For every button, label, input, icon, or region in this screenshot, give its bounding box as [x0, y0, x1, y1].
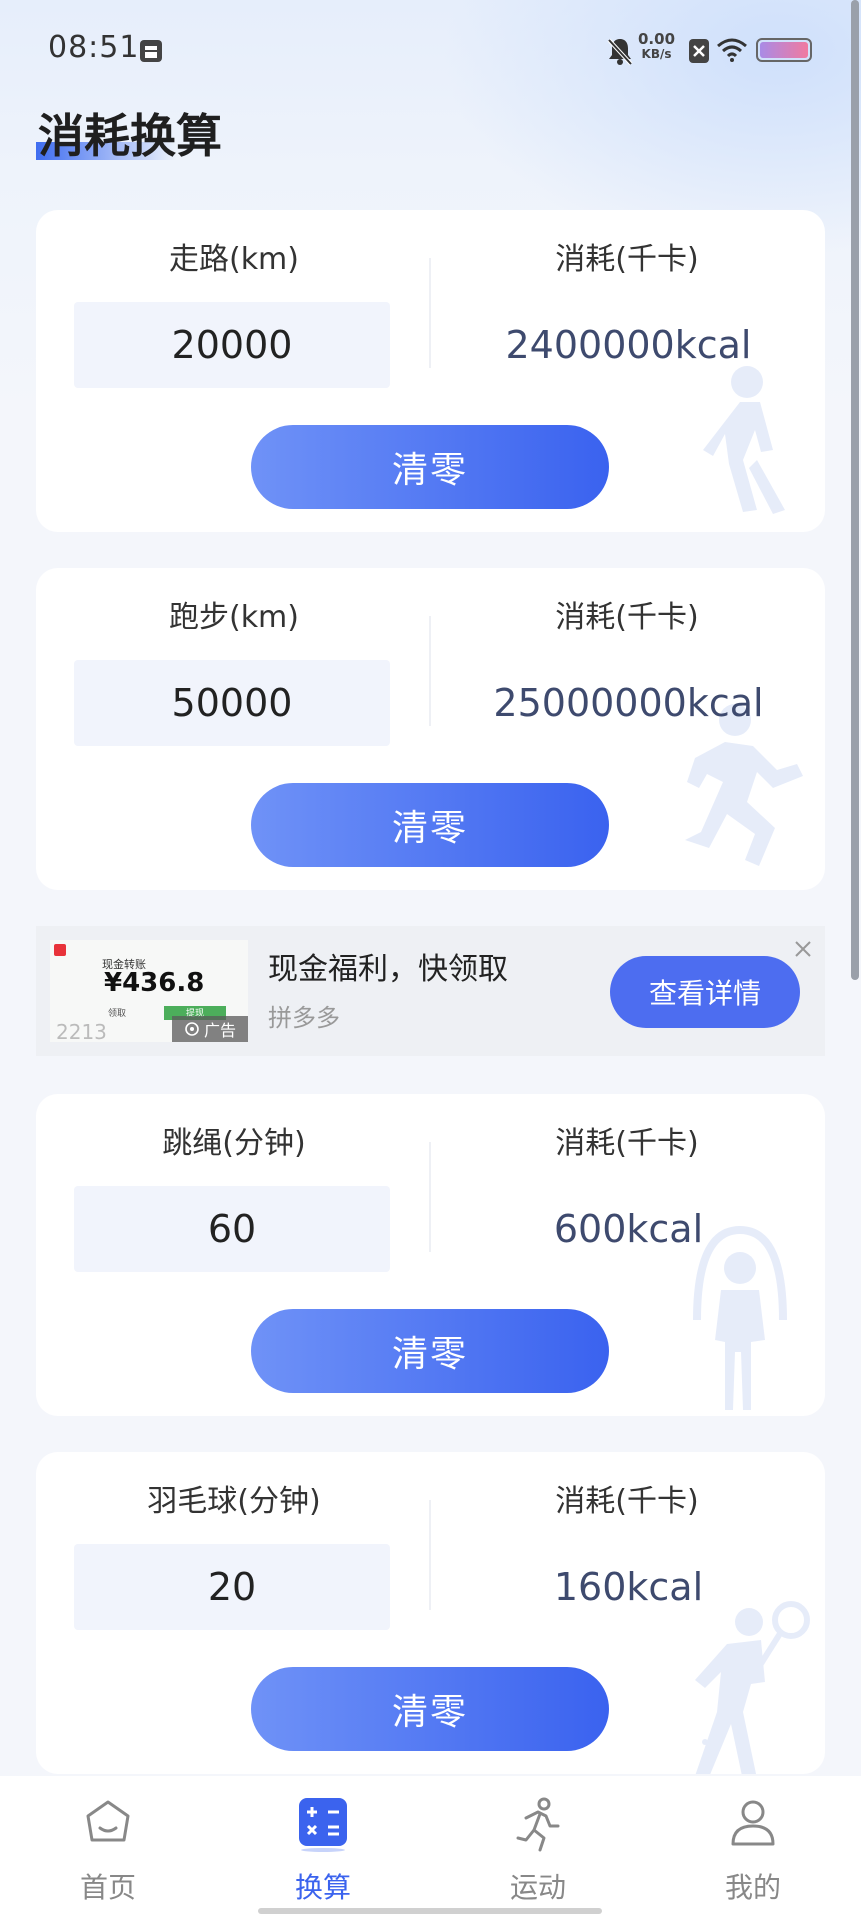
walking-result-label: 消耗(千卡): [555, 242, 699, 277]
badminton-minutes-input[interactable]: 20: [74, 1544, 390, 1630]
ad-thumbnail: 现金转账 ¥436.8 领取 提现 2213 广告: [50, 940, 248, 1042]
running-card: 跑步(km) 消耗(千卡) 50000 25000000kcal 清零: [36, 568, 825, 890]
nav-item-home[interactable]: 首页: [48, 1796, 168, 1906]
jump-rope-card: 跳绳(分钟) 消耗(千卡) 60 600kcal 清零: [36, 1094, 825, 1416]
running-distance-input[interactable]: 50000: [74, 660, 390, 746]
column-divider: [429, 1500, 431, 1610]
walking-activity-label: 走路(km): [168, 242, 299, 277]
no-sim-icon: [689, 39, 709, 63]
home-indicator: [258, 1908, 602, 1914]
home-icon: [86, 1800, 130, 1842]
walking-clear-button[interactable]: 清零: [251, 425, 609, 509]
ad-target-icon: [185, 1022, 199, 1036]
ad-thumb-price: ¥436.8: [104, 968, 205, 998]
network-speed-value: 0.00: [638, 30, 676, 48]
network-speed: 0.00 KB/s: [638, 32, 675, 62]
running-icon: [516, 1797, 560, 1852]
status-bar: 08:51 0.00 KB/s: [0, 0, 861, 100]
jump-rope-calorie-result: 600kcal: [553, 1207, 704, 1251]
status-time: 08:51: [48, 30, 140, 65]
column-divider: [429, 258, 431, 368]
nav-label-me: 我的: [724, 1871, 781, 1904]
nav-item-convert[interactable]: 换算: [263, 1796, 383, 1906]
ad-brand: 拼多多: [268, 1004, 340, 1032]
ad-logo-icon: [54, 944, 66, 956]
profile-icon: [731, 1800, 775, 1846]
nav-label-home: 首页: [79, 1871, 136, 1904]
sim-card-icon: [140, 40, 162, 62]
ad-thumb-claim: 领取: [108, 1009, 127, 1019]
walking-calorie-result: 2400000kcal: [505, 323, 752, 367]
battery-icon: [756, 38, 812, 62]
jump-rope-activity-label: 跳绳(分钟): [162, 1126, 306, 1161]
column-divider: [429, 616, 431, 726]
walking-card: 走路(km) 消耗(千卡) 20000 2400000kcal 清零: [36, 210, 825, 532]
running-result-label: 消耗(千卡): [555, 600, 699, 635]
jump-rope-clear-button[interactable]: 清零: [251, 1309, 609, 1393]
scrollbar[interactable]: [851, 0, 859, 980]
running-calorie-result: 25000000kcal: [493, 681, 764, 725]
close-icon[interactable]: [792, 938, 814, 960]
running-clear-button[interactable]: 清零: [251, 783, 609, 867]
bottom-nav: 首页 换算 运动 我的: [0, 1776, 861, 1920]
nav-label-convert: 换算: [294, 1871, 351, 1904]
page-title: 消耗换算: [38, 109, 222, 163]
network-speed-unit: KB/s: [641, 47, 672, 61]
nav-item-sport[interactable]: 运动: [478, 1796, 598, 1906]
column-divider: [429, 1142, 431, 1252]
badminton-card: 羽毛球(分钟) 消耗(千卡) 20 160kcal 清零: [36, 1452, 825, 1774]
running-activity-label: 跑步(km): [168, 600, 299, 635]
nav-label-sport: 运动: [509, 1871, 566, 1904]
ad-tag-label: 广告: [203, 1021, 236, 1040]
ad-thumb-digits: 2213: [56, 1020, 107, 1042]
ad-view-details-button[interactable]: 查看详情: [610, 956, 800, 1028]
badminton-calorie-result: 160kcal: [553, 1565, 704, 1609]
badminton-result-label: 消耗(千卡): [555, 1484, 699, 1519]
mute-bell-icon: [607, 38, 633, 66]
badminton-clear-button[interactable]: 清零: [251, 1667, 609, 1751]
jump-rope-minutes-input[interactable]: 60: [74, 1186, 390, 1272]
jump-rope-result-label: 消耗(千卡): [555, 1126, 699, 1161]
nav-item-me[interactable]: 我的: [693, 1796, 813, 1906]
walking-distance-input[interactable]: 20000: [74, 302, 390, 388]
ad-tag: 广告: [172, 1016, 248, 1042]
badminton-activity-label: 羽毛球(分钟): [147, 1484, 321, 1519]
ad-title: 现金福利，快领取: [268, 952, 508, 987]
wifi-icon: [717, 38, 747, 62]
ad-banner[interactable]: 现金转账 ¥436.8 领取 提现 2213 广告 现金福利，快领取 拼多多 查…: [36, 926, 825, 1056]
calculator-icon: [299, 1798, 347, 1852]
